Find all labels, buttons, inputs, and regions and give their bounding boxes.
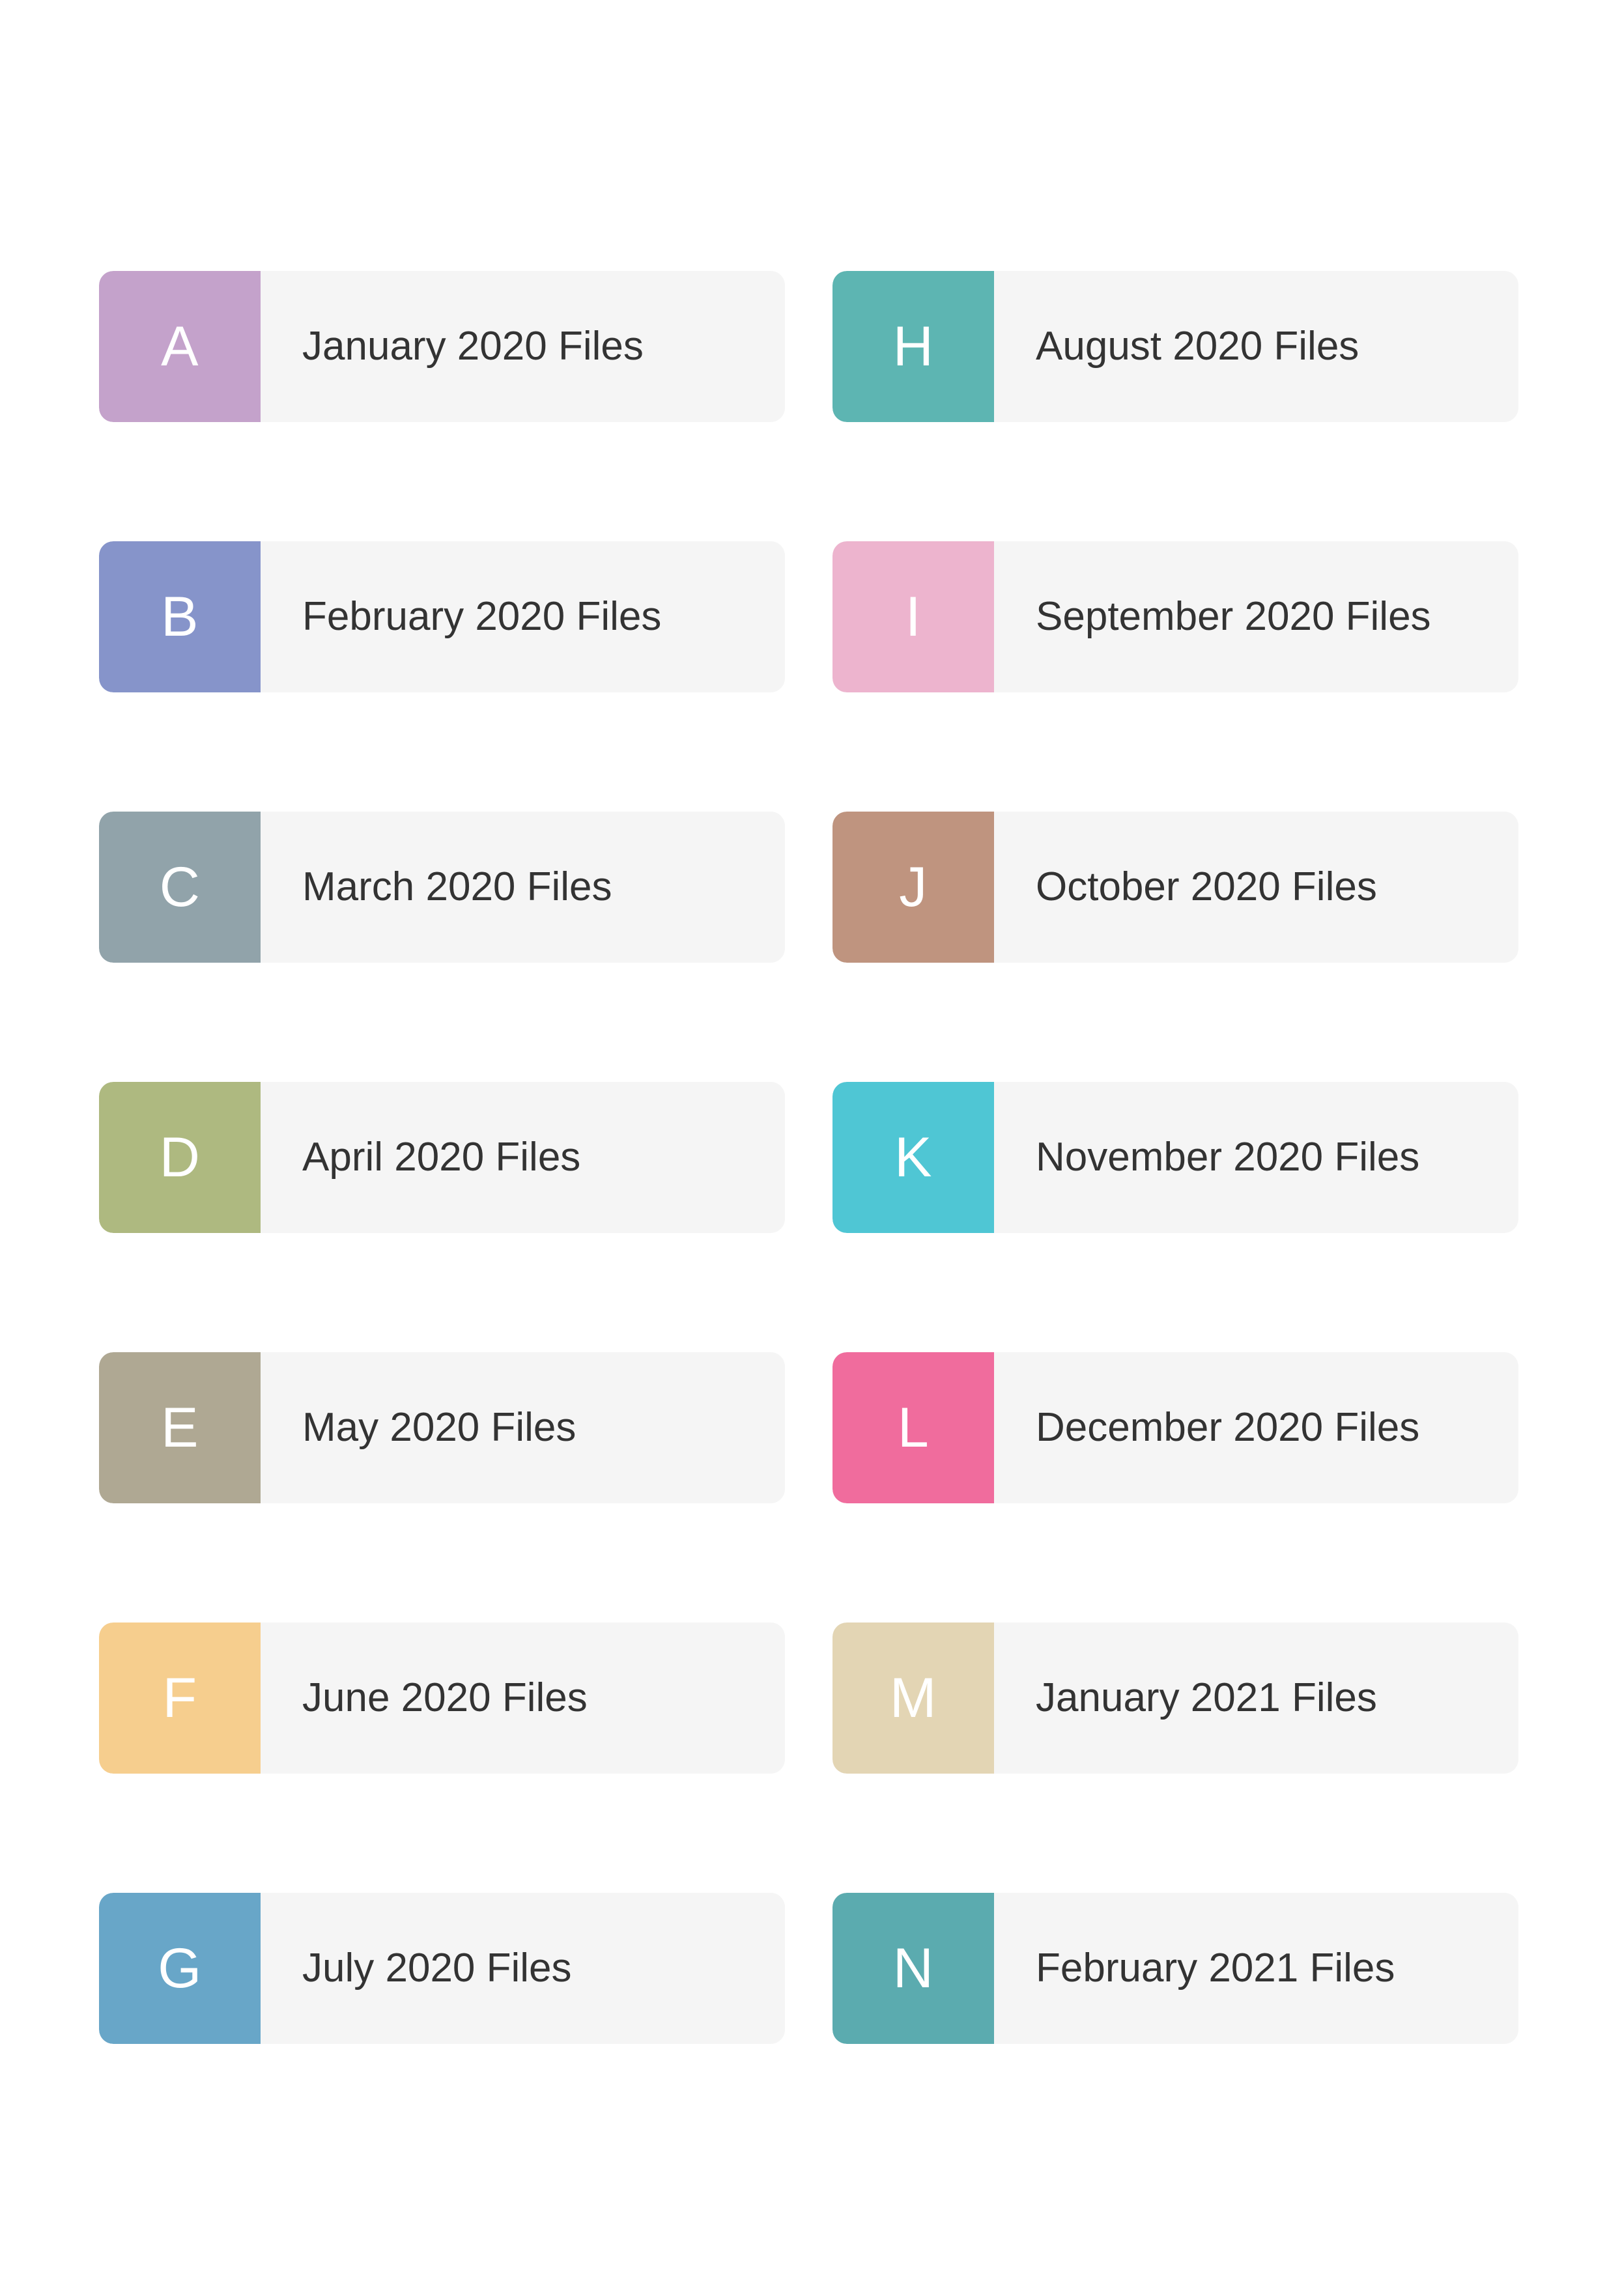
- folder-badge: J: [832, 812, 994, 963]
- folder-card[interactable]: L December 2020 Files: [832, 1352, 1518, 1503]
- folder-badge: B: [99, 541, 261, 692]
- folder-label: February 2021 Files: [1036, 1945, 1395, 1991]
- folder-card[interactable]: N February 2021 Files: [832, 1893, 1518, 2044]
- folder-body: June 2020 Files: [261, 1623, 785, 1774]
- folder-label: January 2021 Files: [1036, 1675, 1377, 1720]
- folder-column-left: A January 2020 Files B February 2020 Files C…: [99, 271, 785, 2044]
- folder-badge-letter: L: [897, 1396, 930, 1459]
- folder-label: March 2020 Files: [302, 864, 612, 909]
- folder-body: December 2020 Files: [994, 1352, 1518, 1503]
- folder-badge-letter: C: [159, 856, 201, 918]
- folder-label: June 2020 Files: [302, 1675, 588, 1720]
- folder-card[interactable]: K November 2020 Files: [832, 1082, 1518, 1233]
- folder-label: August 2020 Files: [1036, 323, 1359, 369]
- folder-badge-letter: J: [899, 856, 928, 918]
- folder-card[interactable]: A January 2020 Files: [99, 271, 785, 422]
- folder-badge: F: [99, 1623, 261, 1774]
- folder-body: October 2020 Files: [994, 812, 1518, 963]
- folder-label: April 2020 Files: [302, 1134, 581, 1180]
- folder-label: July 2020 Files: [302, 1945, 572, 1991]
- folder-badge-letter: K: [894, 1126, 932, 1189]
- folder-card[interactable]: E May 2020 Files: [99, 1352, 785, 1503]
- folder-card[interactable]: M January 2021 Files: [832, 1623, 1518, 1774]
- folder-card[interactable]: J October 2020 Files: [832, 812, 1518, 963]
- folder-badge: H: [832, 271, 994, 422]
- folder-body: January 2021 Files: [994, 1623, 1518, 1774]
- folder-badge-letter: G: [158, 1937, 202, 2000]
- folder-badge-letter: A: [161, 315, 199, 378]
- folder-badge: N: [832, 1893, 994, 2044]
- folder-body: March 2020 Files: [261, 812, 785, 963]
- folder-badge: C: [99, 812, 261, 963]
- folder-label: December 2020 Files: [1036, 1404, 1420, 1450]
- folder-card[interactable]: D April 2020 Files: [99, 1082, 785, 1233]
- folder-badge: D: [99, 1082, 261, 1233]
- folder-column-right: H August 2020 Files I September 2020 Files J…: [832, 271, 1518, 2044]
- folder-body: May 2020 Files: [261, 1352, 785, 1503]
- folder-badge: I: [832, 541, 994, 692]
- folder-badge: K: [832, 1082, 994, 1233]
- folder-label: September 2020 Files: [1036, 593, 1431, 639]
- folder-label: February 2020 Files: [302, 593, 662, 639]
- folder-card[interactable]: F June 2020 Files: [99, 1623, 785, 1774]
- folder-badge-letter: E: [161, 1396, 199, 1459]
- folder-body: February 2020 Files: [261, 541, 785, 692]
- folder-card[interactable]: G July 2020 Files: [99, 1893, 785, 2044]
- folder-body: November 2020 Files: [994, 1082, 1518, 1233]
- folder-badge-letter: H: [892, 315, 934, 378]
- folder-body: July 2020 Files: [261, 1893, 785, 2044]
- folder-columns: A January 2020 Files B February 2020 Files C…: [0, 271, 1622, 2044]
- folder-badge: M: [832, 1623, 994, 1774]
- folder-body: September 2020 Files: [994, 541, 1518, 692]
- folder-badge: G: [99, 1893, 261, 2044]
- folder-badge-letter: F: [162, 1667, 197, 1729]
- folder-card[interactable]: B February 2020 Files: [99, 541, 785, 692]
- folder-badge-letter: N: [892, 1937, 934, 2000]
- folder-badge-letter: B: [161, 586, 199, 648]
- folder-body: February 2021 Files: [994, 1893, 1518, 2044]
- folder-badge: A: [99, 271, 261, 422]
- folder-label: November 2020 Files: [1036, 1134, 1420, 1180]
- folder-badge-letter: D: [159, 1126, 201, 1189]
- folder-body: August 2020 Files: [994, 271, 1518, 422]
- folder-label: January 2020 Files: [302, 323, 644, 369]
- folder-label: May 2020 Files: [302, 1404, 576, 1450]
- folder-body: April 2020 Files: [261, 1082, 785, 1233]
- folder-badge: E: [99, 1352, 261, 1503]
- folder-card[interactable]: C March 2020 Files: [99, 812, 785, 963]
- folder-label-board: A January 2020 Files B February 2020 Files C…: [0, 0, 1622, 2296]
- folder-body: January 2020 Files: [261, 271, 785, 422]
- folder-card[interactable]: H August 2020 Files: [832, 271, 1518, 422]
- folder-badge-letter: I: [905, 586, 922, 648]
- folder-badge: L: [832, 1352, 994, 1503]
- folder-label: October 2020 Files: [1036, 864, 1377, 909]
- folder-badge-letter: M: [889, 1667, 937, 1729]
- folder-card[interactable]: I September 2020 Files: [832, 541, 1518, 692]
